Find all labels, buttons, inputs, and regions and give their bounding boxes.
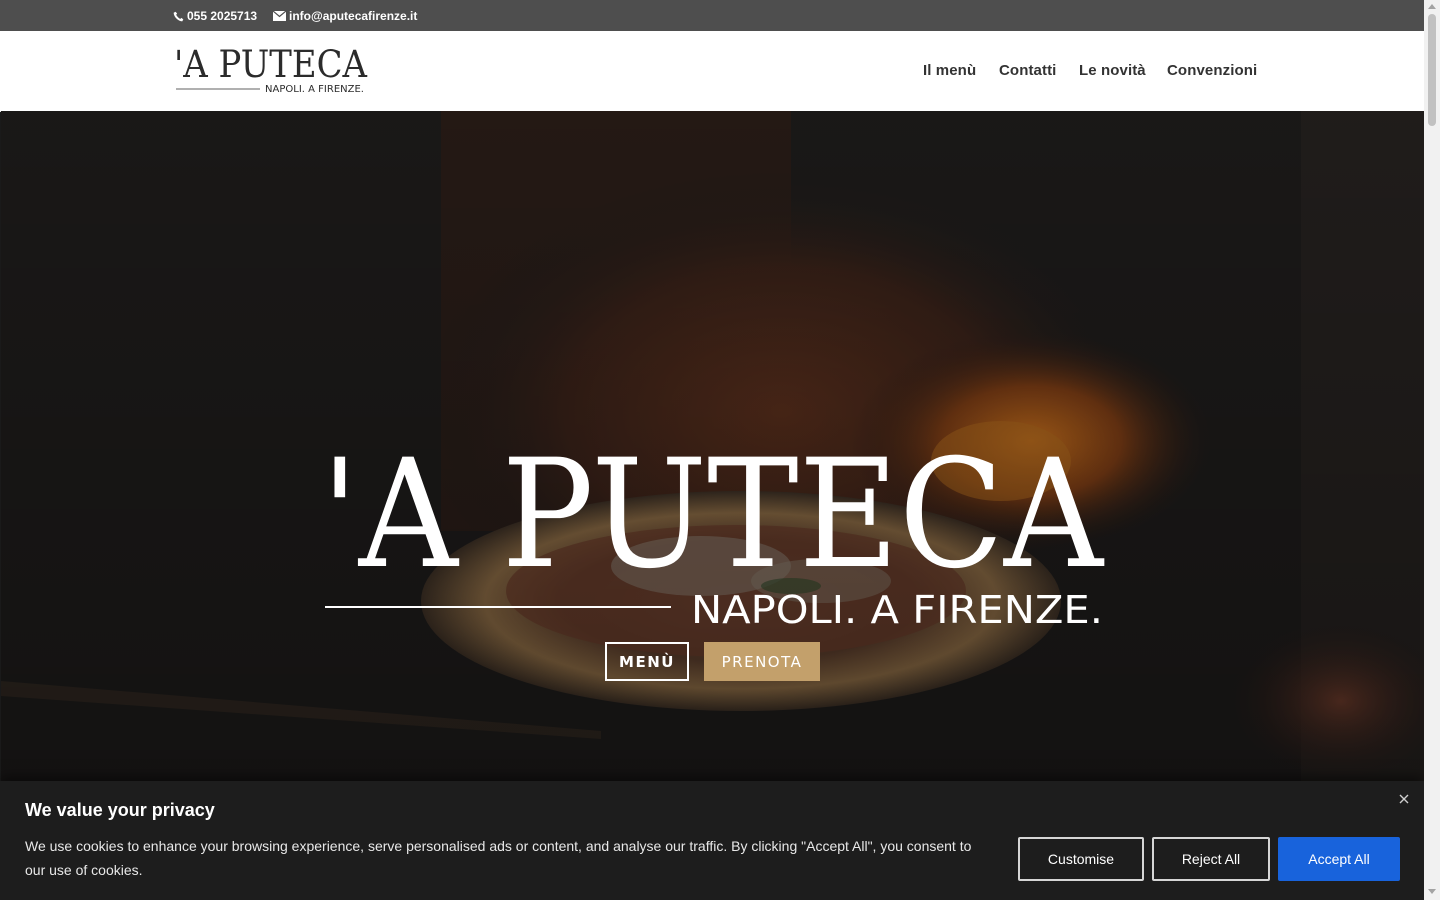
- cookie-title: We value your privacy: [25, 800, 215, 820]
- customise-button[interactable]: Customise: [1018, 837, 1144, 881]
- menu-button[interactable]: MENÙ: [605, 642, 689, 681]
- phone-number: 055 2025713: [187, 9, 258, 23]
- scrollbar-thumb[interactable]: [1428, 14, 1436, 126]
- reject-all-button[interactable]: Reject All: [1152, 837, 1270, 881]
- hero-section: 'A PUTECA NAPOLI. A FIRENZE.: [1, 111, 1424, 786]
- scroll-down-arrow-icon[interactable]: [1428, 889, 1436, 894]
- prenota-button[interactable]: PRENOTA: [704, 642, 820, 681]
- nav-item-convenzioni[interactable]: Convenzioni: [1167, 62, 1257, 79]
- email-link[interactable]: info@aputecafirenze.it: [273, 9, 417, 23]
- hero-logo: 'A PUTECA NAPOLI. A FIRENZE.: [321, 436, 1105, 631]
- main-nav: Il menù Contatti Le novità Convenzioni: [0, 62, 1424, 82]
- page-scrollbar[interactable]: [1424, 0, 1440, 900]
- nav-item-novita[interactable]: Le novità: [1079, 62, 1146, 79]
- hero-logo-main: 'A PUTECA: [321, 436, 1105, 602]
- envelope-icon: [273, 11, 286, 21]
- close-icon[interactable]: [1396, 791, 1412, 807]
- logo-sub-text: NAPOLI. A FIRENZE.: [265, 84, 364, 95]
- scroll-up-arrow-icon[interactable]: [1428, 4, 1436, 9]
- accept-all-button[interactable]: Accept All: [1278, 837, 1400, 881]
- site-header: 'A PUTECA NAPOLI. A FIRENZE. Il menù Con…: [0, 31, 1424, 112]
- cookie-banner: We value your privacy We use cookies to …: [0, 781, 1424, 900]
- phone-icon: [173, 11, 184, 21]
- nav-item-contatti[interactable]: Contatti: [999, 62, 1056, 79]
- hero-logo-sub: NAPOLI. A FIRENZE.: [691, 588, 1103, 631]
- phone-link[interactable]: 055 2025713: [173, 9, 257, 23]
- top-bar: 055 2025713 info@aputecafirenze.it: [0, 0, 1424, 31]
- cookie-text: We use cookies to enhance your browsing …: [25, 838, 972, 878]
- nav-item-menu[interactable]: Il menù: [923, 62, 976, 79]
- page: 055 2025713 info@aputecafirenze.it 'A PU…: [0, 0, 1424, 900]
- email-address: info@aputecafirenze.it: [289, 9, 418, 23]
